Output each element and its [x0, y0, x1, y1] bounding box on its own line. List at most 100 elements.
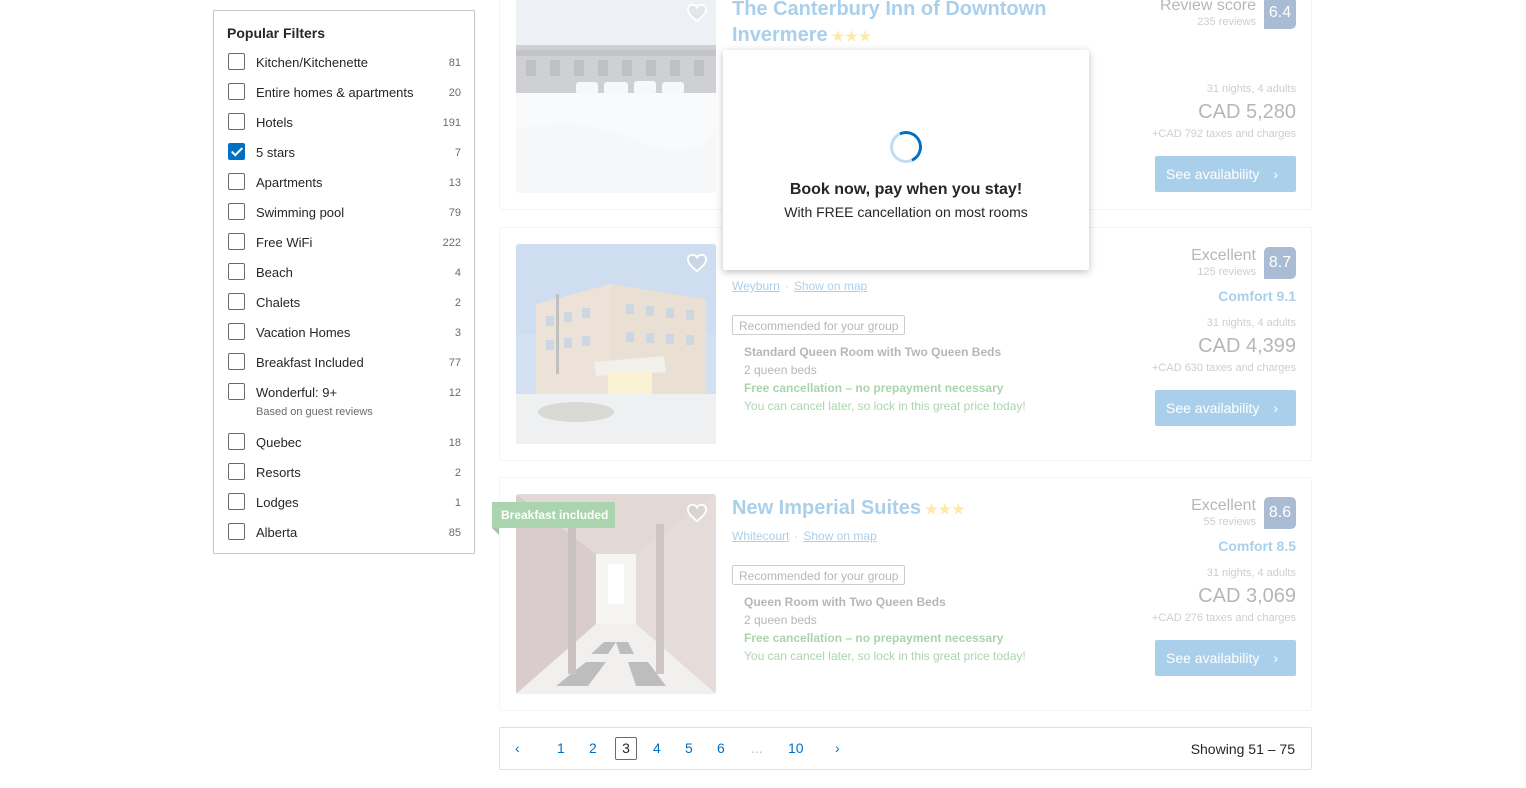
see-availability-button[interactable]: See availability › [1155, 390, 1296, 426]
taxes: +CAD 792 taxes and charges [1151, 128, 1296, 140]
stay-length: 31 nights, 4 adults [1206, 567, 1296, 579]
button-label: See availability [1166, 650, 1260, 666]
chevron-right-icon: › [1273, 166, 1278, 182]
page-link-2[interactable]: 2 [589, 740, 597, 756]
cancel-later-note: You can cancel later, so lock in this gr… [744, 649, 1026, 663]
stay-length: 31 nights, 4 adults [1206, 83, 1296, 95]
bed-info: 2 queen beds [744, 363, 817, 377]
property-photo[interactable] [516, 0, 716, 193]
filter-count: 12 [448, 387, 461, 399]
filter-kitchen[interactable]: Kitchen/Kitchenette 81 [227, 52, 461, 76]
heart-icon[interactable] [686, 3, 708, 23]
see-availability-button[interactable]: See availability › [1155, 156, 1296, 192]
separator: · [784, 279, 789, 293]
filter-checkbox[interactable] [228, 353, 245, 370]
property-name[interactable]: The Canterbury Inn of Downtown Invermere… [732, 0, 1046, 49]
next-page-chevron-icon[interactable]: › [835, 740, 840, 756]
filter-apartments[interactable]: Apartments 13 [227, 172, 461, 196]
filter-alberta[interactable]: Alberta 85 [227, 522, 461, 546]
dialog-subtitle: With FREE cancellation on most rooms [784, 204, 1028, 220]
page-link-6[interactable]: 6 [717, 740, 725, 756]
show-on-map-link[interactable]: Show on map [803, 529, 876, 543]
show-on-map-link[interactable]: Show on map [794, 279, 867, 293]
review-score-badge[interactable]: 8.7 [1264, 247, 1296, 279]
filter-checkbox[interactable] [228, 263, 245, 280]
cancel-later-note: You can cancel later, so lock in this gr… [744, 399, 1026, 413]
filter-beach[interactable]: Beach 4 [227, 262, 461, 286]
filter-chalets[interactable]: Chalets 2 [227, 292, 461, 316]
filter-free-wifi[interactable]: Free WiFi 222 [227, 232, 461, 256]
filter-entire-homes[interactable]: Entire homes & apartments 20 [227, 82, 461, 106]
review-score-badge[interactable]: 6.4 [1264, 0, 1296, 29]
filter-count: 222 [442, 237, 461, 249]
filter-checkbox-checked[interactable] [228, 143, 245, 160]
recommended-badge: Recommended for your group [732, 315, 906, 335]
filter-label: Resorts [256, 465, 301, 480]
filter-count: 3 [454, 327, 461, 339]
filter-label: Entire homes & apartments [256, 85, 414, 100]
filter-checkbox[interactable] [228, 433, 245, 450]
filter-count: 1 [454, 497, 461, 509]
filter-wonderful-9[interactable]: Wonderful: 9+ 12 Based on guest reviews [227, 382, 461, 418]
filter-breakfast-included[interactable]: Breakfast Included 77 [227, 352, 461, 376]
filter-5-stars[interactable]: 5 stars 7 [227, 142, 461, 166]
filter-checkbox[interactable] [228, 173, 245, 190]
filter-vacation-homes[interactable]: Vacation Homes 3 [227, 322, 461, 346]
property-name-text[interactable]: New Imperial Suites [732, 497, 921, 519]
filter-label: Lodges [256, 495, 299, 510]
review-word: Review score [1159, 0, 1256, 14]
filter-swimming-pool[interactable]: Swimming pool 79 [227, 202, 461, 226]
property-photo[interactable] [516, 244, 716, 444]
location-link[interactable]: Weyburn [732, 279, 780, 293]
property-name-line1[interactable]: The Canterbury Inn of Downtown [732, 0, 1046, 20]
filter-count: 85 [448, 527, 461, 539]
filter-sublabel: Based on guest reviews [256, 406, 373, 418]
prev-page-chevron-icon[interactable]: ‹ [515, 740, 520, 756]
see-availability-button[interactable]: See availability › [1155, 640, 1296, 676]
review-score-badge[interactable]: 8.6 [1264, 497, 1296, 529]
filter-count: 191 [442, 117, 461, 129]
filter-label: Quebec [256, 435, 302, 450]
filter-checkbox[interactable] [228, 523, 245, 540]
filter-resorts[interactable]: Resorts 2 [227, 462, 461, 486]
filter-checkbox[interactable] [228, 293, 245, 310]
filter-checkbox[interactable] [228, 53, 245, 70]
page-link-1[interactable]: 1 [557, 740, 565, 756]
filter-checkbox[interactable] [228, 323, 245, 340]
button-label: See availability [1166, 166, 1260, 182]
star-rating-icon: ★★★ [831, 28, 873, 44]
filter-checkbox[interactable] [228, 463, 245, 480]
filter-checkbox[interactable] [228, 383, 245, 400]
filter-label: Breakfast Included [256, 355, 364, 370]
page-link-4[interactable]: 4 [653, 740, 661, 756]
property-name[interactable]: New Imperial Suites ★★★ [732, 495, 966, 522]
filter-count: 2 [454, 297, 461, 309]
price: CAD 3,069 [1198, 585, 1296, 607]
heart-icon[interactable] [686, 253, 708, 273]
filter-checkbox[interactable] [228, 233, 245, 250]
property-name-line2[interactable]: Invermere [732, 24, 828, 46]
review-word: Excellent [1191, 497, 1256, 514]
price: CAD 5,280 [1198, 101, 1296, 123]
filter-count: 7 [454, 147, 461, 159]
page-link-10[interactable]: 10 [788, 740, 804, 756]
review-count: 55 reviews [1203, 516, 1256, 528]
pagination: ‹ 1 2 3 4 5 6 ... 10 › Showing 51 – 75 [499, 727, 1312, 770]
heart-icon[interactable] [686, 503, 708, 523]
filter-checkbox[interactable] [228, 203, 245, 220]
filter-label: Free WiFi [256, 235, 313, 250]
filter-label: Chalets [256, 295, 301, 310]
star-rating-icon: ★★★ [924, 501, 966, 517]
filter-checkbox[interactable] [228, 83, 245, 100]
review-count: 125 reviews [1197, 266, 1256, 278]
filter-quebec[interactable]: Quebec 18 [227, 432, 461, 456]
filter-checkbox[interactable] [228, 493, 245, 510]
loading-dialog: Book now, pay when you stay! With FREE c… [723, 50, 1089, 270]
location-link[interactable]: Whitecourt [732, 529, 789, 543]
filter-checkbox[interactable] [228, 113, 245, 130]
filter-hotels[interactable]: Hotels 191 [227, 112, 461, 136]
filter-lodges[interactable]: Lodges 1 [227, 492, 461, 516]
location-line: Weyburn · Show on map [732, 279, 867, 293]
ribbon-tail [492, 528, 499, 535]
page-link-5[interactable]: 5 [685, 740, 693, 756]
